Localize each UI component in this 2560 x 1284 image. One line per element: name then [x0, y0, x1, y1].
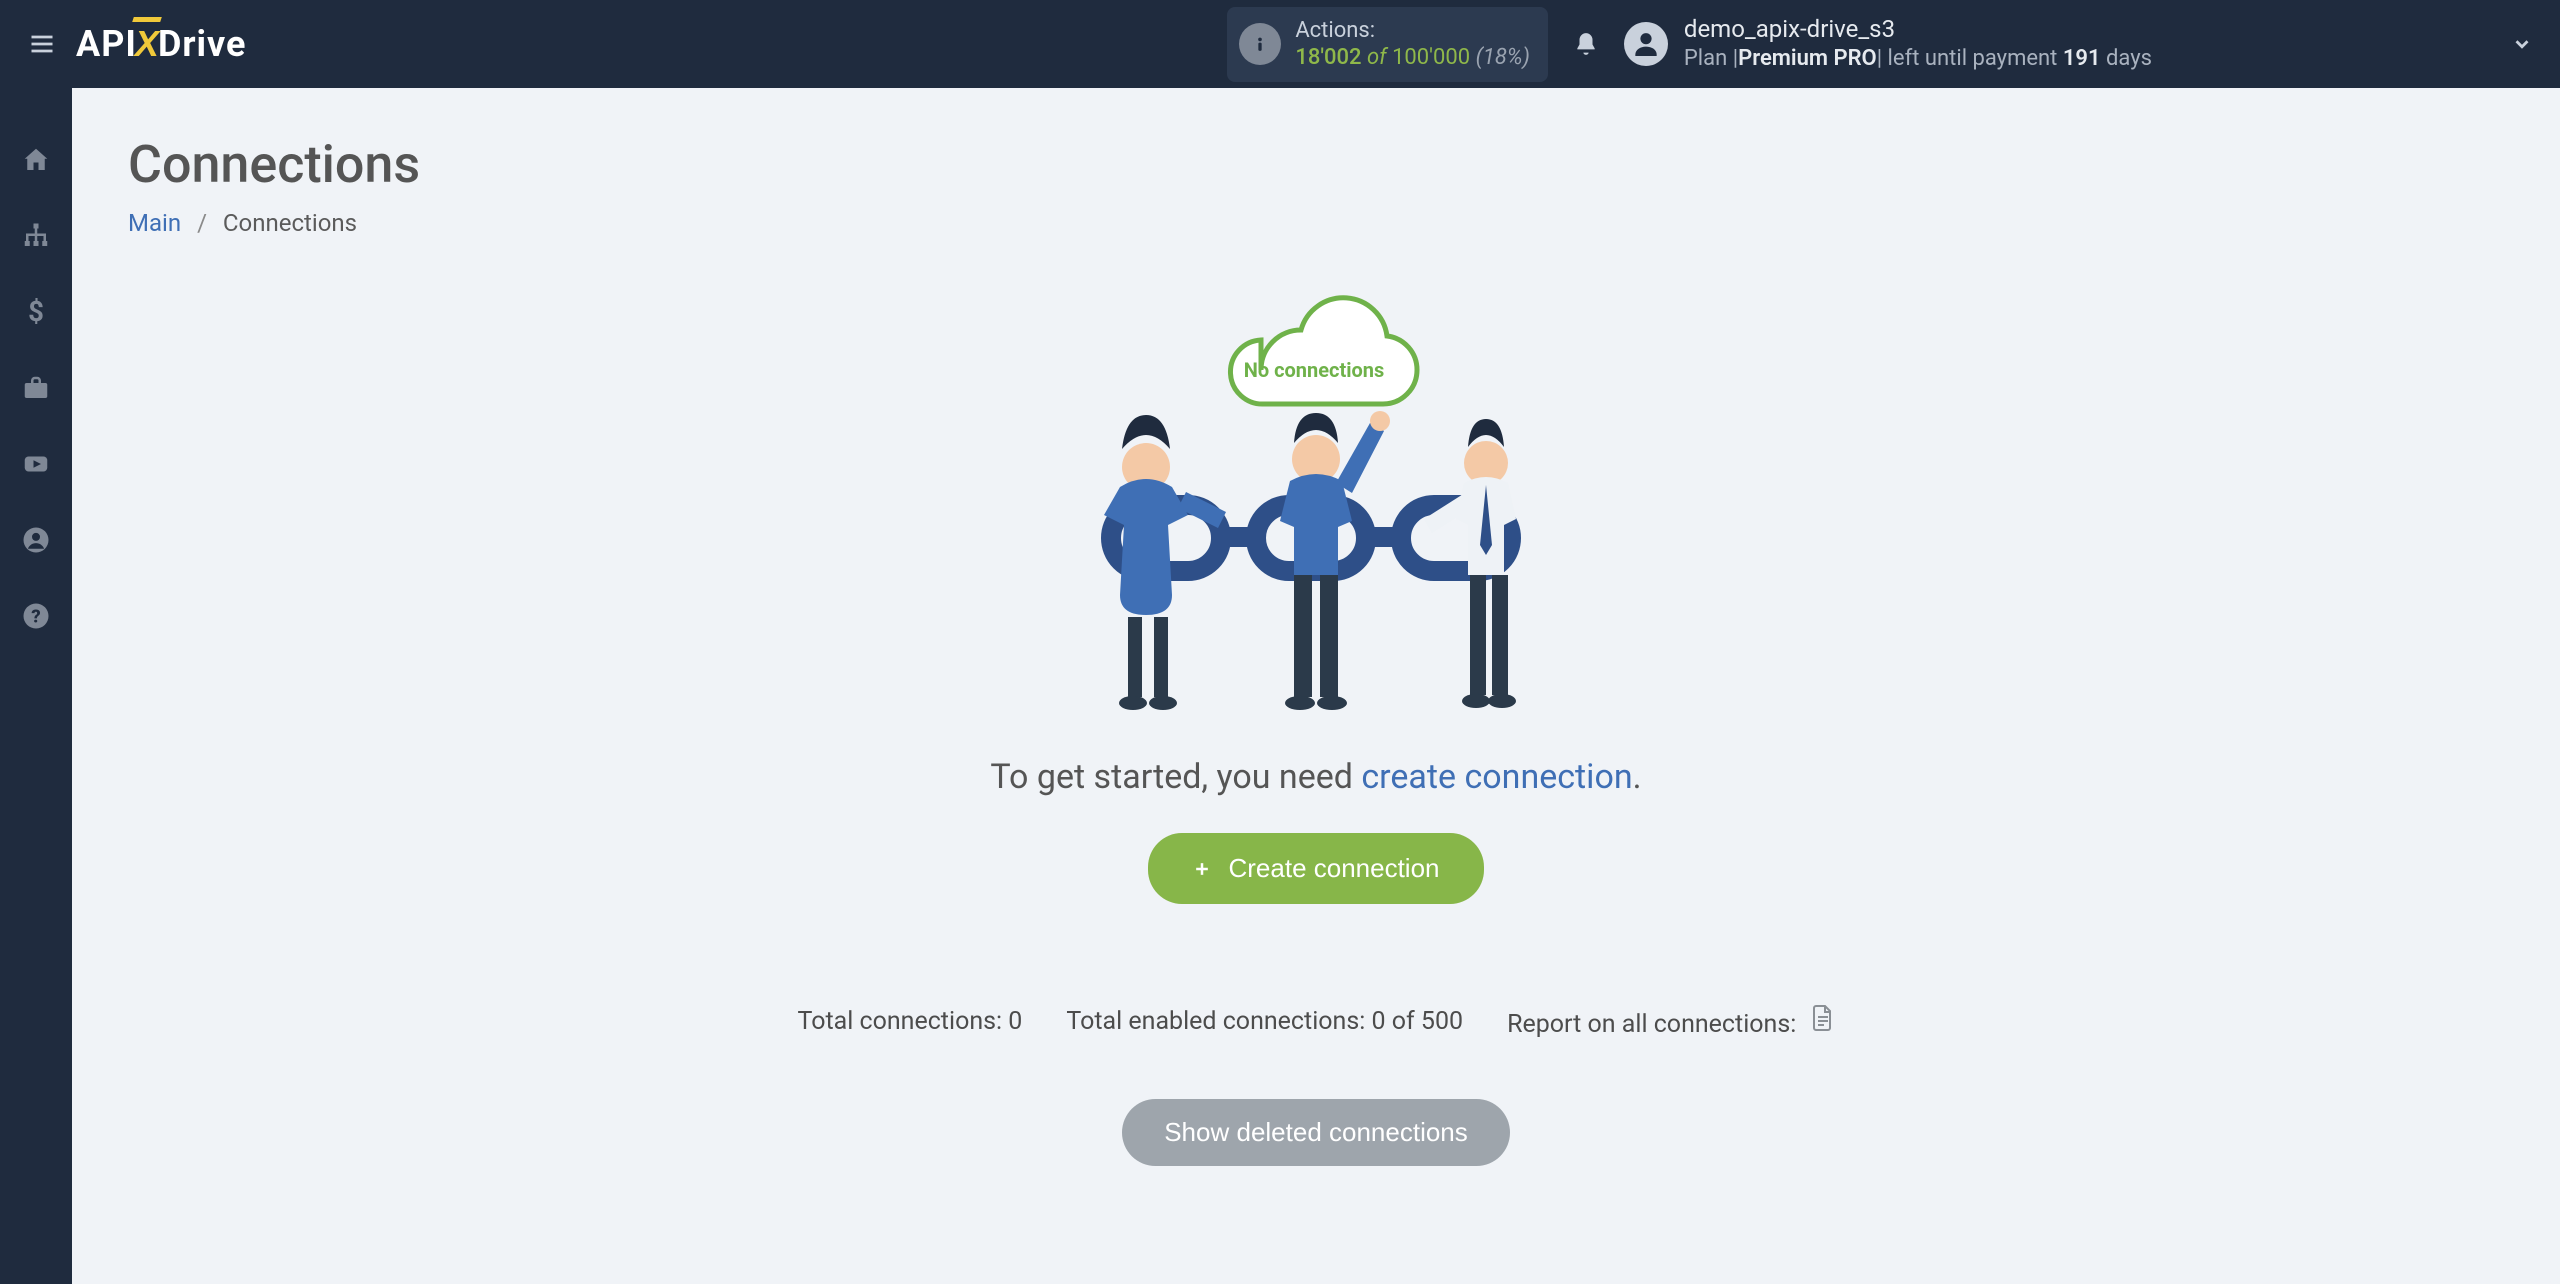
user-plan: Plan |Premium PRO| left until payment 19… — [1684, 45, 2152, 74]
info-icon — [1239, 23, 1281, 65]
logo-text-drive: Drive — [158, 23, 247, 65]
actions-percent: (18%) — [1476, 45, 1530, 70]
sidebar-item-video[interactable] — [16, 444, 56, 484]
show-deleted-button[interactable]: Show deleted connections — [1122, 1099, 1510, 1166]
empty-illustration: No connections — [1036, 287, 1596, 737]
stat-report: Report on all connections: — [1507, 1004, 1834, 1039]
sidebar: $ ? — [0, 88, 72, 1284]
actions-label: Actions: — [1295, 17, 1530, 45]
sidebar-item-billing[interactable]: $ — [16, 292, 56, 332]
breadcrumb-current: Connections — [223, 209, 357, 237]
avatar-icon — [1624, 22, 1668, 66]
sidebar-item-account[interactable] — [16, 520, 56, 560]
logo[interactable]: API X Drive — [76, 23, 247, 65]
sidebar-item-help[interactable]: ? — [16, 596, 56, 636]
breadcrumb: Main / Connections — [128, 209, 2504, 237]
stat-enabled: Total enabled connections: 0 of 500 — [1066, 1007, 1463, 1036]
create-connection-button[interactable]: Create connection — [1148, 833, 1483, 904]
chevron-down-icon — [2508, 30, 2536, 58]
cloud-text: No connections — [1244, 358, 1385, 382]
create-connection-link[interactable]: create connection — [1361, 757, 1632, 797]
logo-text-api: API — [76, 23, 137, 65]
page-title: Connections — [128, 134, 2504, 195]
notifications-button[interactable] — [1568, 26, 1604, 62]
sidebar-item-briefcase[interactable] — [16, 368, 56, 408]
actions-total: 100'000 — [1392, 45, 1470, 70]
breadcrumb-main-link[interactable]: Main — [128, 209, 181, 237]
sidebar-item-home[interactable] — [16, 140, 56, 180]
create-connection-button-label: Create connection — [1228, 853, 1439, 884]
user-menu[interactable]: demo_apix-drive_s3 Plan |Premium PRO| le… — [1624, 14, 2536, 74]
svg-text:$: $ — [28, 297, 44, 327]
logo-text-x: X — [135, 23, 160, 65]
empty-state-text: To get started, you need create connecti… — [990, 757, 1641, 797]
user-name: demo_apix-drive_s3 — [1684, 14, 2152, 45]
stat-total: Total connections: 0 — [797, 1007, 1022, 1036]
svg-text:?: ? — [31, 605, 40, 627]
report-document-icon[interactable] — [1811, 1004, 1835, 1032]
menu-button[interactable] — [24, 26, 60, 62]
actions-used: 18'002 — [1295, 45, 1361, 70]
sidebar-item-connections[interactable] — [16, 216, 56, 256]
actions-of: of — [1367, 45, 1387, 70]
actions-info-box[interactable]: Actions: 18'002 of 100'000 (18%) — [1227, 7, 1548, 82]
